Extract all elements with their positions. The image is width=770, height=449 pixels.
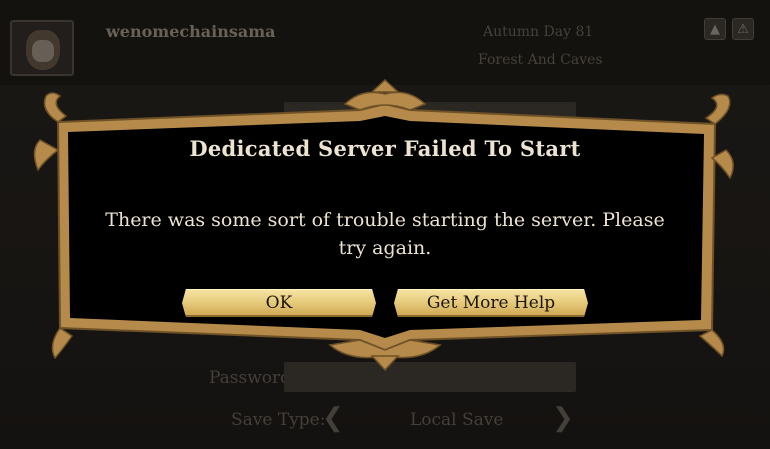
top-ornament-tip (370, 78, 400, 93)
bottom-ornament-tip (370, 355, 400, 372)
corner-flourish-tr (704, 93, 731, 125)
ok-button[interactable]: OK (182, 289, 376, 317)
corner-flourish-br (698, 329, 725, 358)
corner-flourish-tl (43, 92, 68, 123)
dialog-title: Dedicated Server Failed To Start (189, 136, 581, 161)
corner-flourish-bl (51, 326, 74, 360)
dialog-message: There was some sort of trouble starting … (105, 209, 665, 259)
get-more-help-button[interactable]: Get More Help (394, 289, 588, 317)
